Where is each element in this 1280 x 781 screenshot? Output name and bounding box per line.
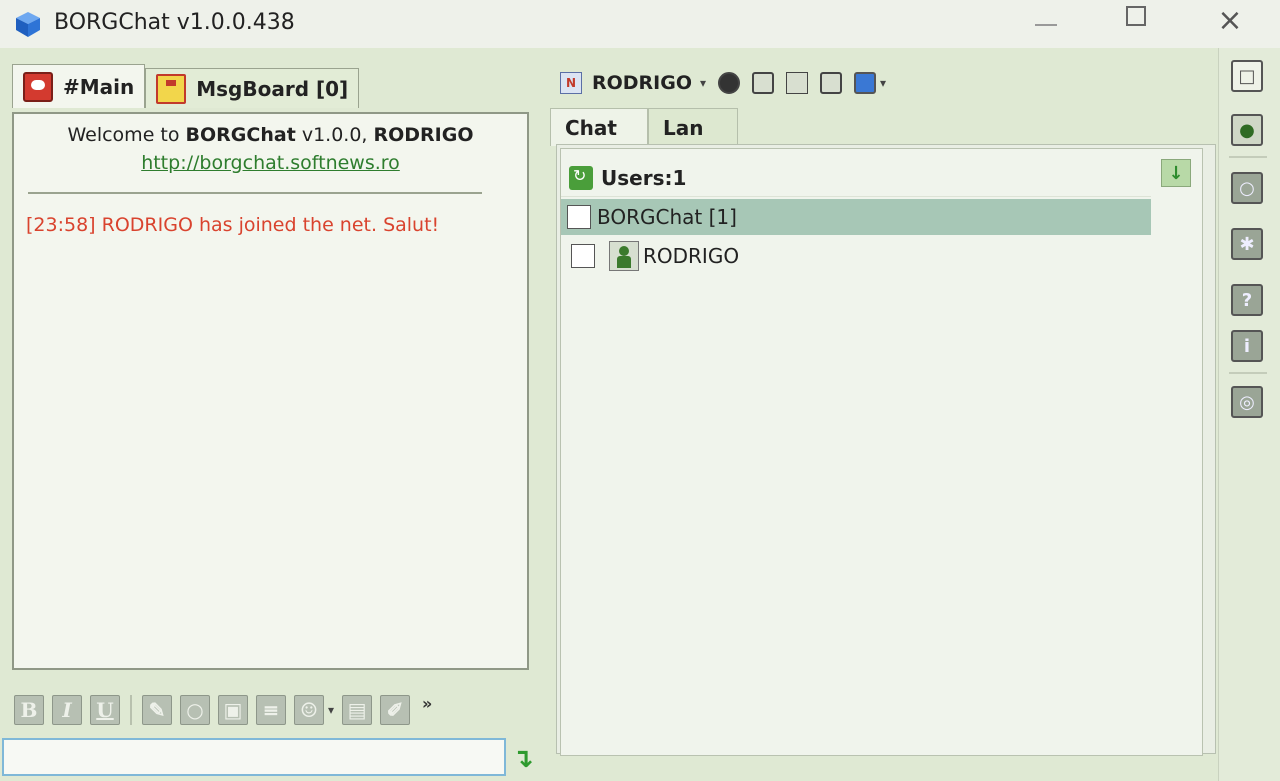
status-icon[interactable] bbox=[718, 72, 741, 94]
italic-button[interactable]: I bbox=[52, 695, 82, 725]
close-button[interactable]: × bbox=[1200, 0, 1260, 40]
help-icon: ? bbox=[1241, 289, 1253, 311]
format-toolbar: B I U ✎ ○ ▣ ≡ ☺ ▾ ▤ ✐ » bbox=[14, 694, 432, 726]
welcome-user: RODRIGO bbox=[373, 124, 474, 146]
power-button[interactable]: ◎ bbox=[1231, 386, 1263, 418]
app-cube-icon bbox=[16, 12, 40, 37]
main-area: #Main MsgBoard [0] Welcome to BORGChat v… bbox=[0, 48, 1280, 781]
nickname-label[interactable]: RODRIGO bbox=[592, 72, 692, 94]
tab-main-label: #Main bbox=[63, 74, 135, 99]
tab-msgboard-label: MsgBoard [0] bbox=[196, 76, 349, 101]
close-icon: × bbox=[1217, 2, 1243, 38]
clear-icon: ≡ bbox=[262, 698, 280, 722]
left-tab-bar: #Main MsgBoard [0] bbox=[12, 64, 360, 108]
users-refresh-icon bbox=[569, 165, 593, 190]
underline-icon: U bbox=[96, 698, 114, 722]
maximize-icon bbox=[1126, 6, 1146, 26]
welcome-line: Welcome to BORGChat v1.0.0, RODRIGO bbox=[14, 124, 527, 146]
tab-lan[interactable]: Lan bbox=[648, 108, 738, 146]
notes-button[interactable]: ▤ bbox=[342, 695, 373, 725]
welcome-prefix: Welcome to bbox=[67, 124, 186, 146]
user-checkbox[interactable] bbox=[571, 244, 595, 268]
users-action-button[interactable]: ↓ bbox=[1161, 159, 1191, 187]
gear-icon: ✱ bbox=[1239, 233, 1255, 255]
tab-msgboard[interactable]: MsgBoard [0] bbox=[145, 68, 360, 108]
users-count: Users:1 bbox=[601, 165, 687, 190]
sidebar-separator bbox=[1229, 156, 1267, 158]
more-tools-icon[interactable]: » bbox=[422, 694, 432, 713]
welcome-version: v1.0.0, bbox=[295, 124, 374, 146]
image-icon: ▣ bbox=[223, 698, 243, 722]
window-icon[interactable] bbox=[820, 72, 843, 94]
group-label: BORGChat [1] bbox=[597, 205, 737, 229]
magnifier-icon: ○ bbox=[1239, 177, 1255, 199]
clear-button[interactable]: ≡ bbox=[256, 695, 286, 725]
window-title: BORGChat v1.0.0.438 bbox=[54, 10, 295, 35]
bold-icon: B bbox=[20, 698, 38, 722]
power-icon: ◎ bbox=[1239, 391, 1255, 413]
user-info-button[interactable]: ● bbox=[1231, 114, 1263, 146]
window-toggle-icon: □ bbox=[1238, 65, 1256, 87]
website-link[interactable]: http://borgchat.softnews.ro bbox=[14, 152, 527, 174]
bold-button[interactable]: B bbox=[14, 695, 44, 725]
search-sidebar-button[interactable]: ○ bbox=[1231, 172, 1263, 204]
notes-icon: ▤ bbox=[347, 698, 367, 722]
group-row[interactable]: BORGChat [1] bbox=[561, 199, 1151, 235]
minimize-icon bbox=[1035, 24, 1057, 26]
chat-log[interactable]: Welcome to BORGChat v1.0.0, RODRIGO http… bbox=[12, 112, 529, 670]
user-name: RODRIGO bbox=[643, 244, 740, 268]
tab-chat[interactable]: Chat bbox=[550, 108, 648, 146]
info-icon: i bbox=[1243, 335, 1251, 357]
minimize-button[interactable] bbox=[1016, 0, 1076, 40]
color-dropdown-icon[interactable]: ▾ bbox=[880, 76, 886, 90]
help-button[interactable]: ? bbox=[1231, 284, 1263, 316]
message-input[interactable] bbox=[2, 738, 506, 776]
chat-message: [23:58] RODRIGO has joined the net. Salu… bbox=[26, 214, 439, 236]
pin-icon[interactable] bbox=[786, 72, 809, 94]
edit-button[interactable]: ✐ bbox=[380, 695, 411, 725]
user-row[interactable]: RODRIGO bbox=[571, 239, 739, 273]
title-bar: BORGChat v1.0.0.438 × bbox=[0, 0, 1280, 48]
search-icon: ○ bbox=[186, 698, 204, 722]
group-checkbox[interactable] bbox=[567, 205, 591, 229]
search-button[interactable]: ○ bbox=[180, 695, 210, 725]
text-color-button[interactable]: ✎ bbox=[142, 695, 172, 725]
edit-icon: ✐ bbox=[386, 698, 404, 722]
message-time: [23:58] bbox=[26, 214, 96, 236]
options-button[interactable]: ✱ bbox=[1231, 228, 1263, 260]
emoticon-dropdown-icon[interactable]: ▾ bbox=[328, 703, 334, 717]
window-toggle-button[interactable]: □ bbox=[1231, 60, 1263, 92]
right-tab-bar: Chat Lan bbox=[550, 108, 738, 146]
emoticon-button[interactable]: ☺ bbox=[294, 695, 324, 725]
maximize-button[interactable] bbox=[1106, 0, 1166, 40]
user-avatar-icon bbox=[609, 241, 639, 271]
chat-bubble-icon bbox=[23, 71, 53, 102]
underline-button[interactable]: U bbox=[90, 695, 120, 725]
italic-icon: I bbox=[62, 698, 72, 722]
info-button[interactable]: i bbox=[1231, 330, 1263, 362]
right-sidebar: □ ● ○ ✱ ? i ◎ bbox=[1218, 48, 1280, 781]
nickname-dropdown-icon[interactable]: ▾ bbox=[700, 76, 706, 90]
send-arrow-icon[interactable]: ↴ bbox=[512, 744, 534, 774]
color-picker-icon[interactable] bbox=[854, 72, 877, 94]
message-text: RODRIGO has joined the net. Salut! bbox=[101, 214, 440, 236]
settings-icon[interactable] bbox=[752, 72, 775, 94]
user-info-icon: ● bbox=[1239, 119, 1255, 141]
sidebar-separator bbox=[1229, 372, 1267, 374]
download-arrow-icon: ↓ bbox=[1168, 162, 1184, 184]
network-icon: N bbox=[560, 72, 582, 94]
welcome-app: BORGChat bbox=[185, 124, 296, 146]
image-button[interactable]: ▣ bbox=[218, 695, 248, 725]
divider bbox=[28, 192, 482, 194]
user-toolbar: N RODRIGO ▾ ▾ bbox=[560, 68, 898, 98]
toolbar-separator bbox=[130, 695, 132, 725]
users-header: Users:1 bbox=[561, 159, 1151, 197]
message-board-icon bbox=[156, 73, 187, 104]
smiley-icon: ☺ bbox=[300, 698, 318, 722]
tab-main[interactable]: #Main bbox=[12, 64, 146, 108]
users-panel[interactable]: Users:1 ↓ BORGChat [1] RODRIGO bbox=[560, 148, 1203, 756]
brush-icon: ✎ bbox=[148, 698, 166, 722]
